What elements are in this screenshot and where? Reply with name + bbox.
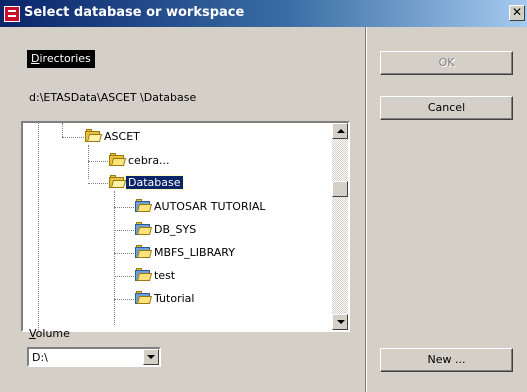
tree-guide-line: [114, 207, 136, 208]
tree-scrollbar[interactable]: [332, 123, 348, 330]
tree-item-mbfs-library[interactable]: MBFS_LIBRARY: [135, 245, 237, 261]
tree-guide-line: [114, 253, 136, 254]
database-folder-icon: [135, 222, 153, 235]
scrollbar-thumb[interactable]: [332, 181, 348, 197]
volume-value: D:\: [32, 351, 48, 364]
new-button[interactable]: New ...: [380, 348, 513, 372]
scroll-down-button[interactable]: [332, 314, 348, 330]
cancel-button[interactable]: Cancel: [380, 96, 513, 120]
tree-guide-line: [88, 145, 89, 179]
arrow-up-icon: [337, 129, 345, 133]
tree-guide-line: [62, 137, 86, 138]
volume-dropdown-button[interactable]: [143, 349, 159, 365]
app-icon: [4, 6, 20, 22]
tree-guide-line: [88, 161, 110, 162]
scrollbar-track[interactable]: [332, 139, 348, 314]
close-button[interactable]: ✕: [509, 5, 525, 21]
tree-item-cebra[interactable]: cebra...: [109, 153, 172, 169]
directories-label: Directories: [27, 50, 95, 68]
scroll-up-button[interactable]: [332, 123, 348, 139]
database-folder-icon: [135, 291, 153, 304]
chevron-down-icon: [147, 355, 155, 359]
database-folder-icon: [135, 268, 153, 281]
current-path: d:\ETASData\ASCET \Database: [29, 91, 197, 104]
tree-item-ascet[interactable]: ASCET: [85, 129, 142, 145]
tree-item-test[interactable]: test: [135, 268, 177, 284]
right-panel: OK Cancel New ...: [366, 27, 527, 392]
folder-icon: [109, 153, 127, 166]
tree-guide-line: [88, 183, 110, 184]
tree-guide-line: [114, 230, 136, 231]
database-folder-icon: [135, 245, 153, 258]
directory-tree[interactable]: ASCET cebra... Database AUTOSAR TUTORIAL…: [21, 121, 350, 332]
database-folder-icon: [135, 199, 153, 212]
folder-open-icon: [85, 129, 103, 142]
tree-item-autosar-tutorial[interactable]: AUTOSAR TUTORIAL: [135, 199, 268, 215]
ok-button[interactable]: OK: [380, 51, 513, 75]
title-bar: Select database or workspace ✕: [0, 0, 527, 27]
tree-item-tutorial[interactable]: Tutorial: [135, 291, 196, 307]
tree-guide-line: [38, 123, 39, 330]
tree-guide-line: [114, 276, 136, 277]
tree-item-database[interactable]: Database: [109, 175, 184, 191]
tree-guide-line: [114, 299, 136, 300]
arrow-down-icon: [337, 320, 345, 324]
left-panel: Directories d:\ETASData\ASCET \Database …: [0, 27, 365, 392]
window-title: Select database or workspace: [24, 5, 245, 20]
volume-select[interactable]: D:\: [27, 347, 161, 367]
tree-guide-line: [114, 191, 115, 325]
folder-open-icon: [109, 175, 127, 188]
tree-guide-line: [62, 123, 63, 137]
volume-label: Volume: [29, 327, 70, 340]
tree-item-db-sys[interactable]: DB_SYS: [135, 222, 198, 238]
